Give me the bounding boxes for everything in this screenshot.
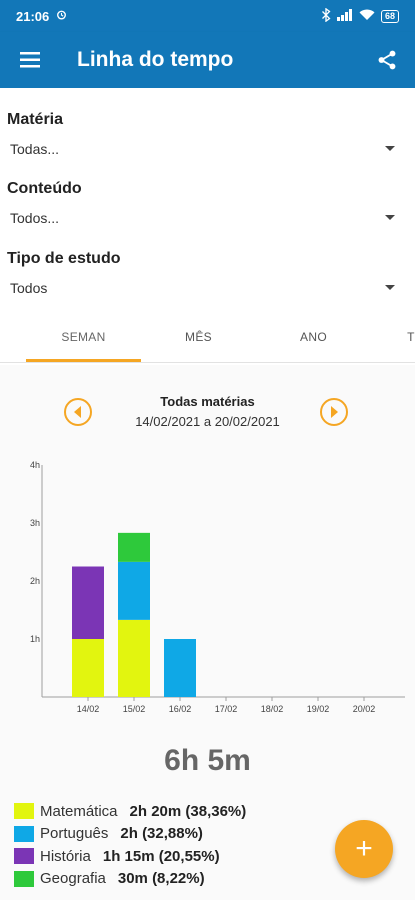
legend-value: 2h (32,88%) — [120, 825, 203, 843]
next-period-button[interactable] — [320, 398, 348, 426]
x-tick-label: 19/02 — [307, 704, 330, 714]
legend-item: Português 2h (32,88%) — [14, 823, 246, 846]
legend-swatch — [14, 848, 34, 865]
tipo-estudo-label: Tipo de estudo — [7, 250, 121, 267]
materia-select[interactable]: Todas... — [0, 134, 415, 164]
y-tick-label: 4h — [30, 460, 40, 470]
legend-name: Geografia — [40, 870, 106, 888]
wifi-icon — [359, 9, 375, 24]
materia-value: Todas... — [10, 141, 60, 157]
tab-indicator — [26, 359, 141, 362]
chevron-down-icon — [385, 285, 395, 290]
bar-segment — [118, 619, 150, 697]
signal-icon — [336, 8, 353, 24]
x-tick-label: 15/02 — [123, 704, 146, 714]
app-bar: Linha do tempo — [0, 32, 415, 88]
tab-mes[interactable]: MÊS — [141, 313, 256, 361]
legend-swatch — [14, 803, 34, 820]
tipo-estudo-value: Todos — [10, 280, 48, 296]
legend-swatch — [14, 870, 34, 887]
tab-total[interactable]: T — [371, 313, 415, 361]
chevron-down-icon — [385, 146, 395, 151]
legend-swatch — [14, 825, 34, 842]
status-bar: 21:06 68 — [0, 0, 415, 32]
study-time-chart: 1h 2h 3h 4h 14/02 15/02 16/02 17/02 18/02 19/02 20… — [30, 460, 405, 714]
legend-name: Português — [40, 825, 109, 843]
tab-semana-label: SEMAN — [61, 330, 106, 344]
alarm-icon — [55, 8, 68, 24]
share-button[interactable] — [359, 32, 415, 88]
tab-ano[interactable]: ANO — [256, 313, 371, 361]
legend-value: 1h 15m (20,55%) — [102, 847, 220, 865]
legend-item: Matemática 2h 20m (38,36%) — [14, 800, 246, 823]
menu-button[interactable] — [0, 32, 60, 88]
conteudo-value: Todos... — [10, 210, 60, 226]
x-tick-label: 17/02 — [215, 704, 238, 714]
plus-icon: + — [355, 832, 373, 865]
total-time: 6h 5m — [164, 744, 251, 777]
y-tick-label: 3h — [30, 518, 40, 528]
period-range: 14/02/2021 a 20/02/2021 — [135, 414, 280, 429]
battery-indicator: 68 — [380, 9, 399, 23]
legend-item: História 1h 15m (20,55%) — [14, 845, 246, 868]
chevron-right-icon — [331, 406, 338, 418]
bar-segment — [164, 639, 196, 697]
legend-name: Matemática — [40, 802, 118, 820]
tipo-estudo-select[interactable]: Todos — [0, 273, 415, 303]
tab-semana[interactable]: SEMAN — [26, 313, 141, 361]
tab-total-label: T — [407, 330, 415, 344]
x-tick-label: 18/02 — [261, 704, 284, 714]
x-tick-label: 16/02 — [169, 704, 192, 714]
y-tick-label: 1h — [30, 634, 40, 644]
bluetooth-icon — [321, 7, 331, 25]
status-time: 21:06 — [16, 8, 50, 24]
bar-segment — [72, 639, 104, 697]
bar-segment — [118, 532, 150, 562]
bar-segment — [72, 566, 104, 639]
materia-label: Matéria — [7, 111, 64, 128]
x-tick-label: 20/02 — [353, 704, 376, 714]
conteudo-select[interactable]: Todos... — [0, 203, 415, 233]
legend-value: 2h 20m (38,36%) — [129, 802, 247, 820]
tab-mes-label: MÊS — [185, 330, 212, 344]
x-tick-label: 14/02 — [77, 704, 100, 714]
legend-name: História — [40, 847, 91, 865]
page-title: Linha do tempo — [77, 48, 234, 71]
conteudo-label: Conteúdo — [7, 180, 82, 197]
menu-icon — [20, 52, 40, 68]
bar-segment — [118, 561, 150, 620]
add-study-button[interactable]: + — [335, 820, 393, 878]
period-title: Todas matérias — [160, 394, 255, 409]
tab-ano-label: ANO — [300, 330, 327, 344]
period-tabs: SEMAN MÊS ANO T — [0, 313, 415, 363]
y-tick-label: 2h — [30, 576, 40, 586]
chevron-down-icon — [385, 215, 395, 220]
legend-item: Geografia 30m (8,22%) — [14, 868, 246, 891]
legend-value: 30m (8,22%) — [117, 870, 205, 888]
chart-legend: Matemática 2h 20m (38,36%) Português 2h … — [14, 800, 246, 890]
share-icon — [378, 50, 396, 70]
